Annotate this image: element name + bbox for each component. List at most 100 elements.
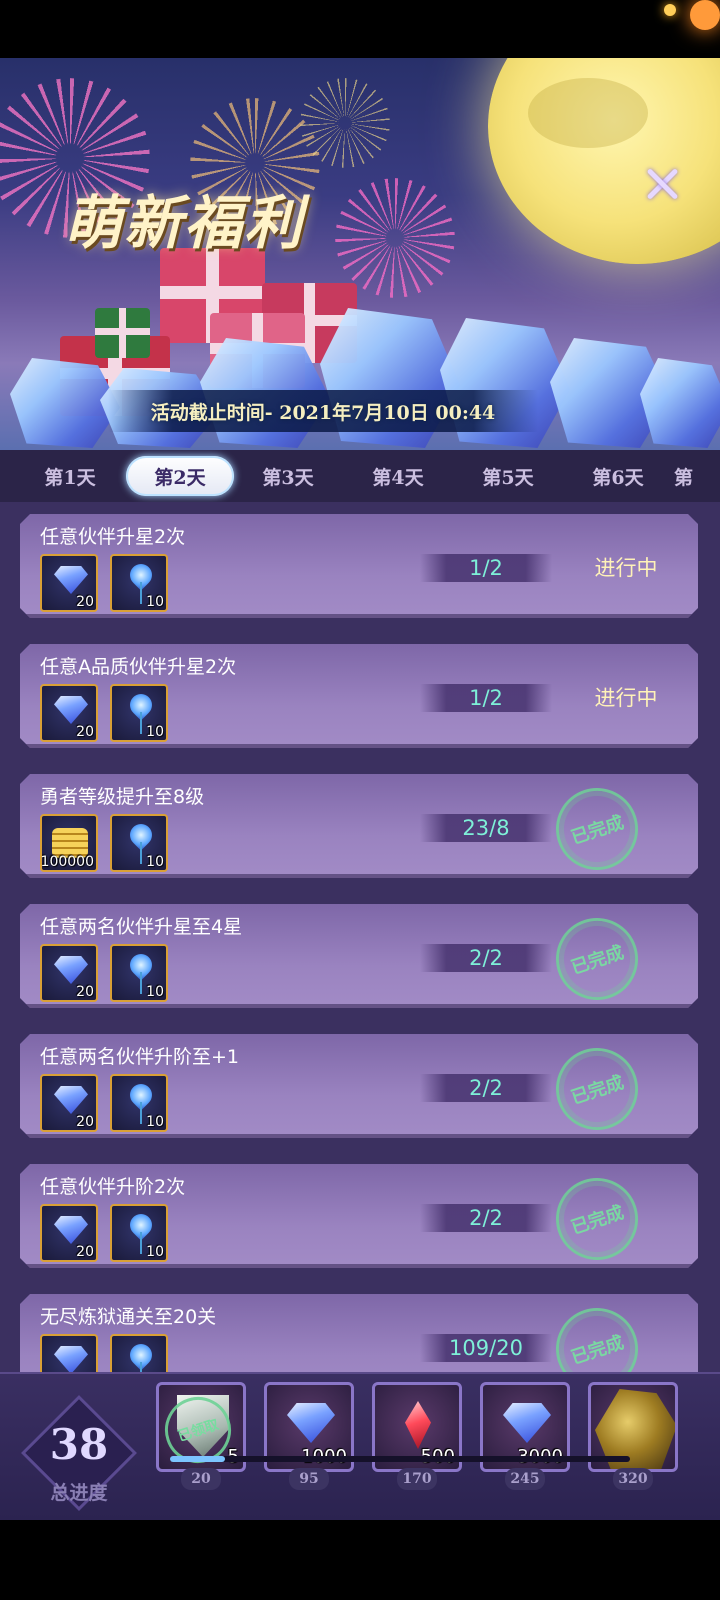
reward-item[interactable]: 20 xyxy=(40,944,98,1002)
completed-stamp: 已完成 xyxy=(545,777,649,878)
task-title: 任意伙伴升星2次 xyxy=(40,526,186,548)
reward-quantity: 20 xyxy=(76,1114,94,1130)
reward-quantity: 20 xyxy=(76,1244,94,1260)
reward-quantity: 10 xyxy=(146,854,164,870)
completed-stamp-label: 已完成 xyxy=(568,812,627,849)
deadline-banner: 活动截止时间- 2021年7月10日 00:44 xyxy=(108,390,538,432)
task-card: 无尽炼狱通关至20关 109/20 已完成 xyxy=(20,1294,698,1372)
task-progress: 2/2 xyxy=(420,1204,552,1232)
total-progress-bar xyxy=(170,1456,630,1462)
completed-stamp: 已完成 xyxy=(545,907,649,1008)
milestone-threshold: 170 xyxy=(397,1468,437,1490)
task-progress: 23/8 xyxy=(420,814,552,842)
close-button[interactable] xyxy=(642,164,682,204)
diamond-icon xyxy=(54,566,88,594)
task-title: 无尽炼狱通关至20关 xyxy=(40,1306,217,1328)
reward-item[interactable]: 10 xyxy=(110,814,168,872)
reward-item[interactable] xyxy=(110,1334,168,1372)
claimed-stamp-label: 已领取 xyxy=(175,1416,221,1446)
reward-item[interactable]: 10 xyxy=(110,944,168,1002)
task-progress: 2/2 xyxy=(420,944,552,972)
total-progress-panel: 38 总进度 已领取 5 1000 500 3000 xyxy=(0,1372,720,1520)
reward-quantity: 10 xyxy=(146,1114,164,1130)
milestone-threshold: 320 xyxy=(613,1468,653,1490)
task-title: 任意两名伙伴升阶至+1 xyxy=(40,1046,240,1068)
task-card: 任意A品质伙伴升星2次 20 10 1/2 进行中 xyxy=(20,644,698,748)
reward-quantity: 20 xyxy=(76,984,94,1000)
milestone-threshold: 20 xyxy=(181,1468,221,1490)
completed-stamp-label: 已完成 xyxy=(568,1202,627,1239)
diamond-icon xyxy=(54,1086,88,1114)
total-progress-badge: 38 总进度 xyxy=(21,1395,137,1511)
milestone-threshold: 95 xyxy=(289,1468,329,1490)
task-status: 进行中 xyxy=(594,686,658,710)
moon-illustration xyxy=(488,58,720,264)
reward-item[interactable]: 20 xyxy=(40,1204,98,1262)
completed-stamp: 已完成 xyxy=(545,1167,649,1268)
task-card: 任意伙伴升星2次 20 10 1/2 进行中 xyxy=(20,514,698,618)
reward-item[interactable]: 20 xyxy=(40,684,98,742)
gift-box-icon xyxy=(95,308,150,358)
task-title: 任意两名伙伴升星至4星 xyxy=(40,916,243,938)
tab-day-5[interactable]: 第5天 xyxy=(454,456,562,496)
reward-item[interactable]: 20 xyxy=(40,554,98,612)
sun-glow-icon xyxy=(690,0,720,30)
reward-item[interactable]: 10 xyxy=(110,1074,168,1132)
red-crystal-icon xyxy=(405,1401,431,1449)
completed-stamp: 已完成 xyxy=(545,1037,649,1138)
tab-day-6[interactable]: 第6天 xyxy=(564,456,672,496)
reward-quantity: 10 xyxy=(146,984,164,1000)
reward-item[interactable] xyxy=(40,1334,98,1372)
diamond-icon xyxy=(54,1346,88,1372)
task-card: 勇者等级提升至8级 100000 10 23/8 已完成 xyxy=(20,774,698,878)
reward-quantity: 10 xyxy=(146,1244,164,1260)
task-title: 任意A品质伙伴升星2次 xyxy=(40,656,237,678)
tab-day-4[interactable]: 第4天 xyxy=(344,456,452,496)
firework-icon xyxy=(300,78,390,168)
deadline-text: 活动截止时间- 2021年7月10日 00:44 xyxy=(150,401,496,424)
reward-item[interactable]: 100000 xyxy=(40,814,98,872)
reward-item[interactable]: 10 xyxy=(110,684,168,742)
crystal-pile-icon xyxy=(640,358,720,448)
tab-day-7[interactable]: 第 xyxy=(674,456,720,496)
task-title: 任意伙伴升阶2次 xyxy=(40,1176,186,1198)
blue-flower-icon xyxy=(126,1344,156,1372)
completed-stamp-label: 已完成 xyxy=(568,1072,627,1109)
total-progress-value: 38 xyxy=(49,1420,109,1469)
diamond-icon xyxy=(54,956,88,984)
reward-item[interactable]: 10 xyxy=(110,554,168,612)
completed-stamp-label: 已完成 xyxy=(568,942,627,979)
diamond-icon xyxy=(503,1403,551,1443)
tab-day-3[interactable]: 第3天 xyxy=(234,456,342,496)
total-progress-fill xyxy=(170,1456,226,1462)
task-card: 任意两名伙伴升星至4星 20 10 2/2 已完成 xyxy=(20,904,698,1008)
reward-item[interactable]: 20 xyxy=(40,1074,98,1132)
reward-quantity: 20 xyxy=(76,724,94,740)
reward-quantity: 10 xyxy=(146,594,164,610)
firework-icon xyxy=(335,178,455,298)
task-list[interactable]: 任意伙伴升星2次 20 10 1/2 进行中 任意A品质伙伴升星2次 20 10… xyxy=(0,502,720,1372)
tab-day-2[interactable]: 第2天 xyxy=(126,456,234,496)
completed-stamp: 已完成 xyxy=(545,1297,649,1372)
task-progress: 109/20 xyxy=(420,1334,552,1362)
reward-quantity: 20 xyxy=(76,594,94,610)
total-progress-label: 总进度 xyxy=(50,1482,108,1504)
firefly-glow-icon xyxy=(664,4,676,16)
milestone-threshold: 245 xyxy=(505,1468,545,1490)
reward-quantity: 100000 xyxy=(40,854,94,870)
day-tabs: 第1天 第2天 第3天 第4天 第5天 第6天 第 xyxy=(0,450,720,502)
reward-item[interactable]: 10 xyxy=(110,1204,168,1262)
task-card: 任意两名伙伴升阶至+1 20 10 2/2 已完成 xyxy=(20,1034,698,1138)
task-progress: 1/2 xyxy=(420,684,552,712)
system-nav-bar xyxy=(0,1520,720,1600)
event-title: 萌新福利 xyxy=(64,189,305,257)
diamond-icon xyxy=(287,1403,335,1443)
completed-stamp-label: 已完成 xyxy=(568,1332,627,1369)
task-status: 进行中 xyxy=(594,556,658,580)
task-title: 勇者等级提升至8级 xyxy=(40,786,205,808)
tab-day-1[interactable]: 第1天 xyxy=(16,456,124,496)
status-bar xyxy=(0,0,720,58)
diamond-icon xyxy=(54,696,88,724)
task-progress: 2/2 xyxy=(420,1074,552,1102)
reward-quantity: 10 xyxy=(146,724,164,740)
